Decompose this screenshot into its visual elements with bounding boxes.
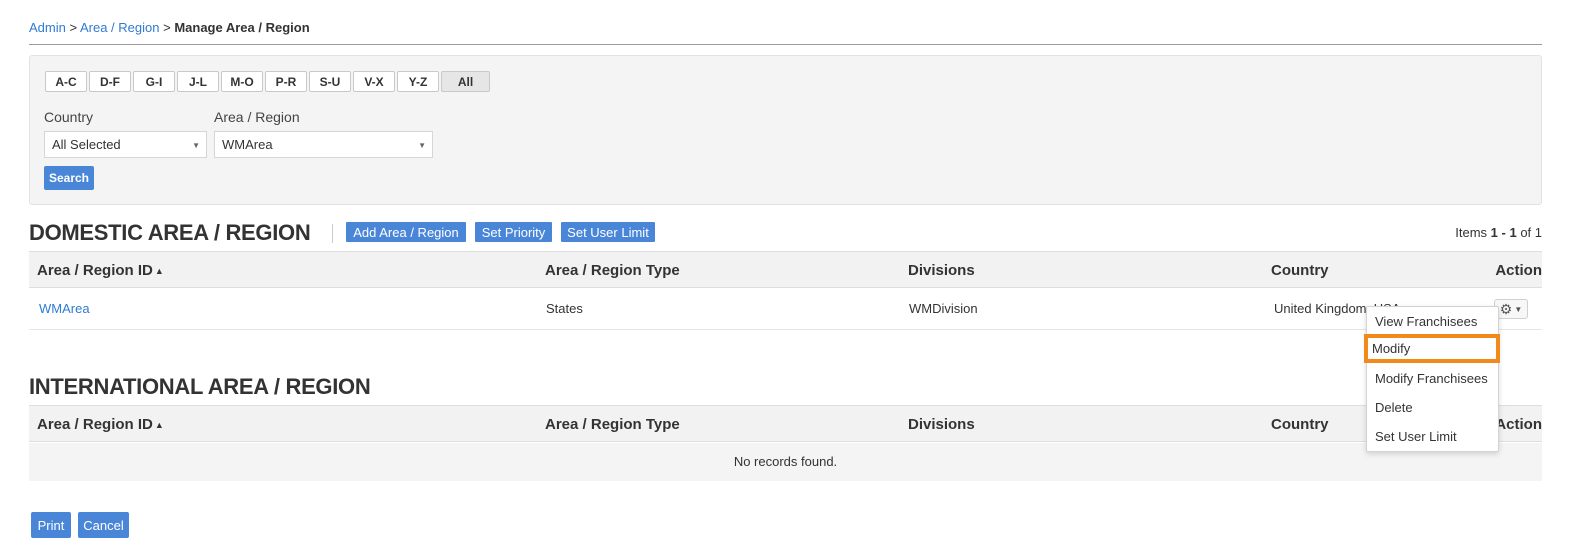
column-header-area-region-id[interactable]: Area / Region ID ▲ [37,262,164,279]
set-priority-button[interactable]: Set Priority [475,222,552,242]
menu-item-set-user-limit[interactable]: Set User Limit [1367,422,1498,451]
items-count-range: 1 - 1 [1490,225,1517,240]
alpha-filter-all[interactable]: All [441,71,490,92]
items-count: Items 1 - 1 of 1 [1455,225,1542,240]
alpha-filter-s-u[interactable]: S-U [309,71,351,92]
menu-item-modify[interactable]: Modify [1364,334,1500,363]
table-row: WMArea States WMDivision United Kingdom,… [29,288,1542,330]
cancel-button[interactable]: Cancel [78,512,129,538]
breadcrumb-separator: > [69,20,78,35]
set-user-limit-button[interactable]: Set User Limit [561,222,655,242]
no-records-message: No records found. [29,443,1542,481]
sort-asc-icon: ▲ [154,266,164,276]
chevron-down-icon: ▼ [418,141,426,150]
alpha-filter-d-f[interactable]: D-F [89,71,131,92]
column-header-label: Area / Region ID [37,262,153,279]
caret-down-icon: ▼ [1514,304,1523,314]
column-header-label: Area / Region ID [37,416,153,433]
items-count-total: of 1 [1520,225,1542,240]
menu-item-delete[interactable]: Delete [1367,393,1498,422]
column-header-action: Action [1495,416,1542,433]
filter-panel: A-C D-F G-I J-L M-O P-R S-U V-X Y-Z All … [29,55,1542,205]
breadcrumb-area-region-link[interactable]: Area / Region [80,20,160,35]
column-header-country: Country [1271,416,1329,433]
breadcrumb: Admin > Area / Region > Manage Area / Re… [29,20,310,35]
alpha-filter-v-x[interactable]: V-X [353,71,395,92]
divisions-cell: WMDivision [909,301,978,316]
breadcrumb-admin-link[interactable]: Admin [29,20,66,35]
country-select-value: All Selected [52,137,121,152]
area-region-label: Area / Region [214,109,300,125]
gear-icon: ⚙ [1499,301,1513,317]
area-region-id-link[interactable]: WMArea [39,301,90,316]
alpha-filter-g-i[interactable]: G-I [133,71,175,92]
domestic-section-title: DOMESTIC AREA / REGION [29,220,311,245]
menu-item-modify-franchisees[interactable]: Modify Franchisees [1367,364,1498,393]
print-button[interactable]: Print [31,512,71,538]
area-region-select-value: WMArea [222,137,273,152]
breadcrumb-separator: > [163,20,171,35]
title-divider [332,224,333,243]
column-header-area-region-type: Area / Region Type [545,262,680,279]
menu-item-view-franchisees[interactable]: View Franchisees [1367,307,1498,336]
chevron-down-icon: ▼ [192,141,200,150]
alpha-filter-j-l[interactable]: J-L [177,71,219,92]
area-region-type-cell: States [546,301,583,316]
alpha-filter-a-c[interactable]: A-C [45,71,87,92]
breadcrumb-divider [29,44,1542,45]
domestic-table-header: Area / Region ID ▲ Area / Region Type Div… [29,251,1542,288]
search-button[interactable]: Search [44,166,94,190]
alpha-filter-p-r[interactable]: P-R [265,71,307,92]
column-header-area-region-type: Area / Region Type [545,416,680,433]
breadcrumb-current: Manage Area / Region [174,20,310,35]
column-header-divisions: Divisions [908,416,975,433]
area-region-select[interactable]: WMArea ▼ [214,131,433,158]
alpha-filter-y-z[interactable]: Y-Z [397,71,439,92]
add-area-region-button[interactable]: Add Area / Region [346,222,466,242]
international-table-header: Area / Region ID ▲ Area / Region Type Div… [29,405,1542,442]
column-header-action: Action [1495,262,1542,279]
action-dropdown-menu: View Franchisees Modify Modify Franchise… [1364,306,1500,452]
international-section-title: INTERNATIONAL AREA / REGION [29,374,371,399]
country-label: Country [44,109,94,125]
sort-asc-icon: ▲ [154,420,164,430]
alpha-filter-m-o[interactable]: M-O [221,71,263,92]
action-gear-button[interactable]: ⚙ ▼ [1494,299,1528,319]
items-count-prefix: Items [1455,225,1488,240]
country-select[interactable]: All Selected ▼ [44,131,207,158]
alphabet-filter: A-C D-F G-I J-L M-O P-R S-U V-X Y-Z All [45,71,490,92]
column-header-divisions: Divisions [908,262,975,279]
column-header-country: Country [1271,262,1329,279]
column-header-area-region-id[interactable]: Area / Region ID ▲ [37,416,164,433]
